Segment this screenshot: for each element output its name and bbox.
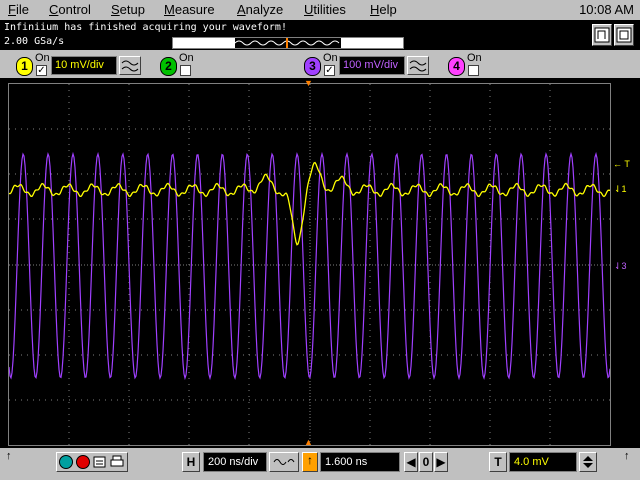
top-trigger-marker-icon[interactable]: ▼	[304, 78, 313, 88]
channel-4-indicator[interactable]: 4	[448, 57, 465, 76]
timebase-knob[interactable]	[269, 452, 299, 472]
delay-field[interactable]: 1.600 ns	[320, 452, 400, 472]
sample-rate: 2.00 GSa/s	[4, 36, 65, 47]
waveform-display[interactable]	[8, 83, 611, 446]
channel-3-scale[interactable]: 100 mV/div	[339, 56, 405, 75]
menu-measure[interactable]: Measure	[164, 2, 215, 17]
stop-button[interactable]	[76, 455, 90, 469]
channel-4-on-label: On	[467, 52, 482, 64]
delay-zero-button[interactable]: 0	[419, 452, 433, 472]
channel-1-adjust-knob[interactable]	[119, 56, 141, 75]
channel-1-ground-marker[interactable]: ⇃1	[614, 184, 627, 195]
menu-bar: File Control Setup Measure Analyze Utili…	[0, 0, 640, 20]
clock: 10:08 AM	[579, 2, 634, 17]
channel-2-indicator[interactable]: 2	[160, 57, 177, 76]
waveform-overview[interactable]	[172, 37, 404, 49]
print-icon[interactable]	[110, 455, 124, 469]
single-button[interactable]	[93, 455, 107, 469]
channel-2-on-label: On	[179, 52, 194, 64]
horizontal-button[interactable]: H	[182, 452, 200, 472]
channel-1-checkbox[interactable]: ✓	[36, 65, 47, 76]
channel-3-checkbox[interactable]: ✓	[324, 65, 335, 76]
channel-1-scale[interactable]: 10 mV/div	[51, 56, 117, 75]
window-mode-button[interactable]	[614, 24, 634, 46]
channel-3-adjust-knob[interactable]	[407, 56, 429, 75]
channel-2-checkbox[interactable]	[180, 65, 191, 76]
trigger-level-field[interactable]: 4.0 mV	[509, 452, 577, 472]
delay-reference-arrow-icon[interactable]: ↑	[302, 452, 318, 472]
left-scroll-arrow-icon[interactable]: ↑	[6, 450, 12, 462]
menu-utilities[interactable]: Utilities	[304, 2, 346, 17]
channel-4-checkbox[interactable]	[468, 65, 479, 76]
menu-analyze[interactable]: Analyze	[237, 2, 283, 17]
trigger-button[interactable]: T	[489, 452, 507, 472]
menu-control[interactable]: Control	[49, 2, 91, 17]
run-button[interactable]	[59, 455, 73, 469]
delay-right-icon[interactable]: ▶	[434, 452, 448, 472]
channel-1-indicator[interactable]: 1	[16, 57, 33, 76]
menu-file[interactable]: File	[8, 2, 29, 17]
timebase-field[interactable]: 200 ns/div	[203, 452, 267, 472]
menu-help[interactable]: Help	[370, 2, 397, 17]
channel-3-indicator[interactable]: 3	[304, 57, 321, 76]
channel-3-on-label: On	[323, 52, 338, 64]
bottom-trigger-marker-icon[interactable]: ▲	[304, 437, 313, 447]
delay-left-icon[interactable]: ◀	[404, 452, 418, 472]
channel-1-on-label: On	[35, 52, 50, 64]
status-message: Infiniium has finished acquiring your wa…	[4, 22, 287, 33]
trigger-level-spinner[interactable]	[579, 452, 597, 472]
trigger-level-marker[interactable]: ← T	[613, 159, 630, 169]
channel-3-ground-marker[interactable]: ⇃3	[614, 261, 627, 272]
scope-graticule	[9, 84, 610, 445]
menu-setup[interactable]: Setup	[111, 2, 145, 17]
run-mode-button[interactable]	[592, 24, 612, 46]
right-scroll-arrow-icon[interactable]: ↑	[624, 450, 630, 462]
